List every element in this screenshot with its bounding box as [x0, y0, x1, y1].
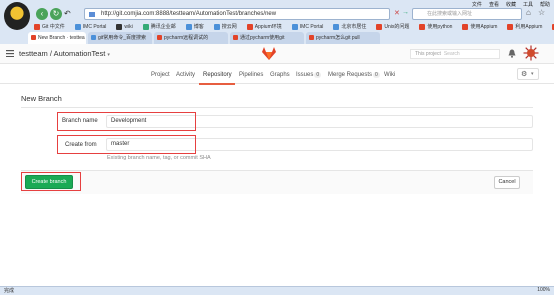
browser-tabs: New Branch · testtea git常用命令_百度搜索 pychar…: [0, 32, 554, 44]
nav-project[interactable]: Project: [151, 72, 170, 78]
issues-count-badge: 0: [314, 72, 322, 78]
address-bar[interactable]: http://git.comjia.com:8888/testteam/Auto…: [84, 8, 390, 20]
browser-search-box[interactable]: 在此搜索或输入网址: [412, 8, 522, 20]
bookmark-item[interactable]: 使用python: [419, 23, 452, 30]
bookmark-item[interactable]: 使用Appium: [462, 23, 497, 30]
form-actions: [21, 170, 533, 194]
url-text: http://git.comjia.com:8888/testteam/Auto…: [101, 11, 277, 17]
refresh-icon[interactable]: ↻: [50, 8, 62, 20]
project-search-input[interactable]: This project Search: [410, 49, 500, 59]
nav-activity[interactable]: Activity: [176, 72, 195, 78]
bookmark-item[interactable]: wiki: [116, 23, 133, 30]
menu-view[interactable]: 查看: [489, 1, 499, 8]
gitlab-logo-icon[interactable]: [262, 47, 276, 60]
highlight-box-branch-name: [57, 112, 196, 131]
menu-tools[interactable]: 工具: [523, 1, 533, 8]
page-icon: [89, 12, 95, 17]
bookmark-item[interactable]: 北京市居住: [333, 23, 366, 30]
bookmark-item[interactable]: IMC Portal: [74, 23, 106, 30]
nav-merge-requests[interactable]: Merge Requests 0: [328, 72, 380, 78]
stop-icon[interactable]: ✕: [394, 9, 400, 17]
bookmark-item[interactable]: Unix的问题: [376, 23, 409, 30]
tab-pycharm-git[interactable]: 通过pycharm使用git: [230, 32, 304, 44]
browser-menu-bar: 文件 查看 收藏 工具 帮助: [472, 1, 550, 8]
bookmark-item[interactable]: 腾讯企业邮: [142, 23, 176, 30]
cancel-button[interactable]: Cancel: [494, 176, 520, 189]
home-icon[interactable]: ⌂: [526, 8, 531, 17]
bookmark-item[interactable]: IMC Portal: [291, 23, 323, 30]
nav-issues[interactable]: Issues 0: [296, 72, 322, 78]
nav-pipelines[interactable]: Pipelines: [239, 72, 263, 78]
tab-new-branch[interactable]: New Branch · testtea: [28, 32, 86, 44]
bookmark-item[interactable]: 博客: [185, 23, 204, 30]
tab-pycharm-pull[interactable]: pycharm怎么git pull: [306, 32, 380, 44]
divider: [21, 107, 533, 108]
tab-baidu-search[interactable]: git常用命令_百度搜索: [88, 32, 152, 44]
highlight-box-create-button: [21, 172, 81, 191]
search-placeholder: Search: [443, 51, 460, 57]
status-text: 完成: [4, 288, 15, 294]
nav-repository[interactable]: Repository: [203, 72, 232, 78]
browser-search-placeholder: 在此搜索或输入网址: [427, 11, 473, 17]
bookmark-item[interactable]: 利用Appium: [507, 23, 542, 30]
search-scope-label: This project: [415, 51, 441, 57]
back-icon[interactable]: ‹: [36, 8, 48, 20]
bell-icon[interactable]: [508, 49, 516, 58]
browser-status-bar: [0, 286, 554, 295]
highlight-box-create-from: [57, 135, 196, 154]
bookmark-item[interactable]: 搜云网: [213, 23, 237, 30]
gear-icon: ⚙: [521, 71, 528, 78]
nav-wiki[interactable]: Wiki: [384, 72, 395, 78]
undo-icon[interactable]: ↶: [64, 8, 80, 20]
hamburger-icon[interactable]: [6, 50, 14, 57]
nav-graphs[interactable]: Graphs: [270, 72, 290, 78]
user-avatar-icon[interactable]: [523, 45, 539, 61]
create-from-help-text: Existing branch name, tag, or commit SHA: [107, 155, 211, 161]
chevron-down-icon: ▾: [531, 71, 534, 77]
zoom-level[interactable]: 100%: [537, 287, 550, 293]
page-title: New Branch: [21, 94, 62, 103]
go-icon[interactable]: →: [402, 9, 409, 16]
project-title[interactable]: testteam / AutomationTest ▾: [19, 49, 110, 58]
tab-pycharm-debug[interactable]: pycharm远程调试的: [154, 32, 228, 44]
bookmarks-bar: Git 中文件 IMC Portal wiki 腾讯企业邮 博客 搜云网 App…: [0, 21, 554, 32]
settings-dropdown-button[interactable]: ⚙ ▾: [517, 68, 539, 80]
active-tab-indicator: [199, 83, 235, 85]
menu-file[interactable]: 文件: [472, 1, 482, 8]
bookmark-item[interactable]: Git 中文件: [34, 23, 65, 30]
mr-count-badge: 0: [373, 72, 380, 78]
chevron-down-icon[interactable]: ▾: [107, 52, 110, 58]
menu-favorites[interactable]: 收藏: [506, 1, 516, 8]
menu-help[interactable]: 帮助: [540, 1, 550, 8]
bookmark-item[interactable]: Appium环境: [246, 23, 282, 30]
favorites-icon[interactable]: ☆: [538, 8, 545, 17]
